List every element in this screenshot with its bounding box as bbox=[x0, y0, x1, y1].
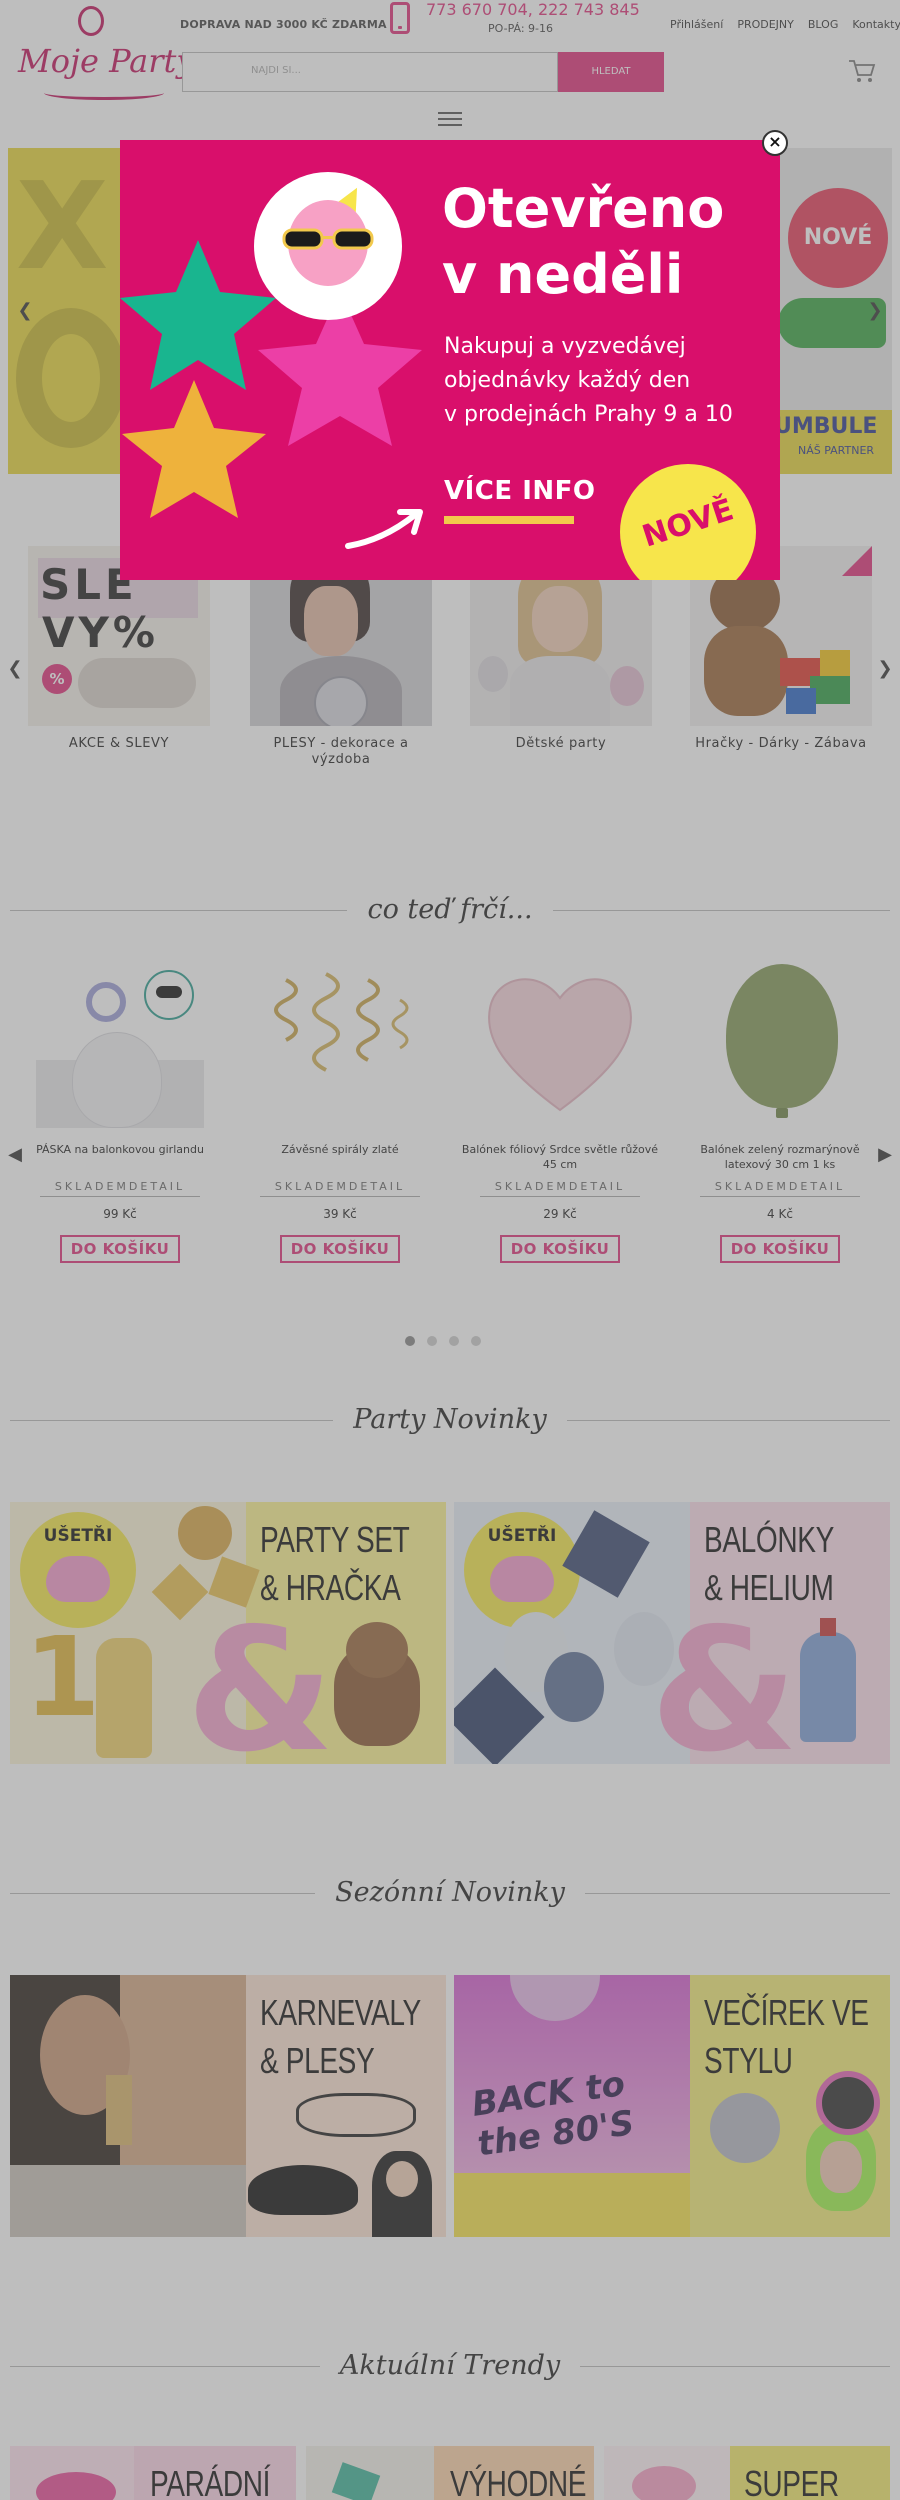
cta-underline bbox=[444, 516, 574, 524]
arrow-icon bbox=[345, 509, 423, 549]
modal-text: Nakupuj a vyzvedávej objednávky každý den… bbox=[444, 334, 733, 427]
sunglasses-icon bbox=[282, 228, 374, 250]
new-badge: NOVĚ bbox=[620, 464, 756, 580]
promo-modal[interactable]: Otevřeno v neděli Nakupuj a vyzvedávej obj… bbox=[120, 140, 780, 580]
close-icon[interactable]: × bbox=[762, 130, 788, 156]
modal-headline: Otevřeno v neděli bbox=[442, 177, 725, 306]
party-face-illustration bbox=[254, 172, 402, 320]
more-info-button[interactable]: VÍCE INFO bbox=[444, 476, 596, 506]
